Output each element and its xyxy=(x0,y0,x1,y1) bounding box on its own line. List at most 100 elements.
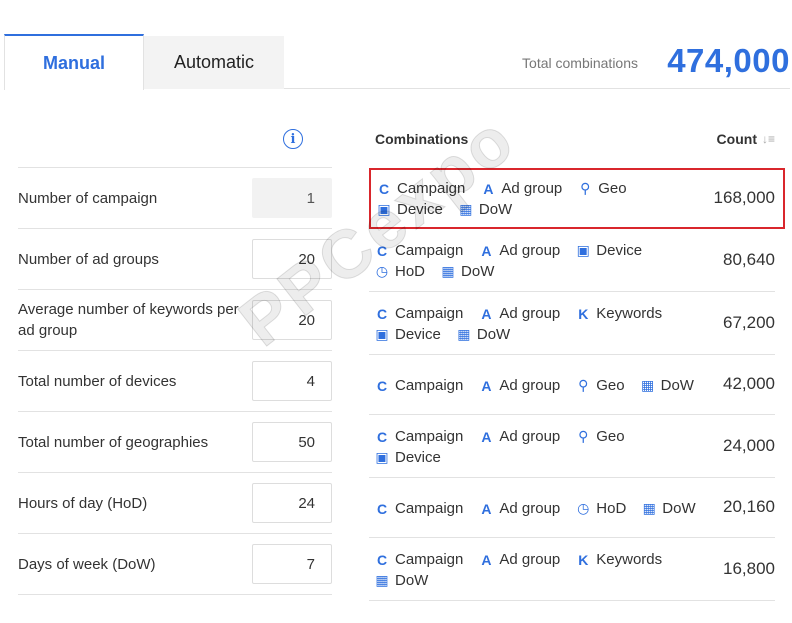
calendar-icon: ▦ xyxy=(457,326,471,342)
dimension-chip: A Ad group xyxy=(479,242,560,259)
parameter-label: Days of week (DoW) xyxy=(18,555,156,573)
parameter-input[interactable] xyxy=(252,483,332,523)
keywords-icon: K xyxy=(578,305,589,322)
dimension-label: Geo xyxy=(598,180,627,197)
dimension-chip: ▦ DoW xyxy=(375,572,428,589)
dimension-label: DoW xyxy=(476,326,511,343)
clock-icon: ◷ xyxy=(375,263,389,279)
device-icon: ▣ xyxy=(375,326,389,342)
parameter-input[interactable] xyxy=(252,544,332,584)
dimension-chip: A Ad group xyxy=(479,305,560,322)
parameter-input xyxy=(252,178,332,218)
dimension-chip: ▦ DoW xyxy=(441,263,494,280)
combination-row[interactable]: C Campaign A Ad group ⚲ Geo ▣ Device 24,000 xyxy=(369,415,775,478)
dimension-chip: C Campaign xyxy=(375,428,463,445)
keywords-icon: K xyxy=(578,551,589,568)
combinations-panel: Combinations Count ↓≡ C Campaign A Ad group… xyxy=(369,110,785,601)
geo-pin-icon: ⚲ xyxy=(580,180,591,196)
parameter-label: Total number of devices xyxy=(18,372,177,390)
tab-manual[interactable]: Manual xyxy=(4,34,144,90)
ad-group-icon: A xyxy=(481,305,492,322)
dimension-label: HoD xyxy=(395,263,426,280)
combination-row-selected[interactable]: C Campaign A Ad group ⚲ Geo ▣ Device ▦ DoW 168,000 xyxy=(369,168,785,229)
dimension-label: Campaign xyxy=(395,377,464,394)
dimension-chip: A Ad group xyxy=(481,180,562,197)
parameter-row: Days of week (DoW) xyxy=(18,534,332,595)
total-combinations-label: Total combinations xyxy=(522,55,638,71)
dimension-chip: ▦ DoW xyxy=(459,201,512,218)
parameter-input[interactable] xyxy=(252,422,332,462)
dimension-label: Ad group xyxy=(499,377,561,394)
ad-group-icon: A xyxy=(481,551,492,568)
combination-row[interactable]: C Campaign A Ad group ▣ Device ◷ HoD ▦ DoW 80,640 xyxy=(369,229,775,292)
parameter-input[interactable] xyxy=(252,361,332,401)
combination-count: 16,800 xyxy=(723,559,775,578)
dimension-label: DoW xyxy=(395,572,429,589)
parameter-row: Number of campaign xyxy=(18,168,332,229)
dimension-label: Keywords xyxy=(596,305,663,322)
count-title-label: Count xyxy=(716,131,757,147)
info-icon[interactable]: i xyxy=(283,129,303,149)
dimension-chip: K Keywords xyxy=(576,551,662,568)
total-combinations-value: 474,000 xyxy=(667,42,790,79)
combination-count: 42,000 xyxy=(723,374,775,393)
ad-group-icon: A xyxy=(483,180,494,197)
sort-icon[interactable]: ↓≡ xyxy=(762,132,775,146)
dimension-label: DoW xyxy=(478,201,513,218)
dimension-label: DoW xyxy=(461,263,495,280)
device-icon: ▣ xyxy=(576,242,590,258)
parameter-row: Hours of day (HoD) xyxy=(18,473,332,534)
combination-row[interactable]: C Campaign A Ad group K Keywords ▦ DoW 16,800 xyxy=(369,538,775,601)
dimension-label: Ad group xyxy=(499,305,561,322)
dimension-label: Device xyxy=(395,326,441,343)
campaign-icon: C xyxy=(376,500,388,517)
dimension-chip: K Keywords xyxy=(576,305,662,322)
dimension-label: Ad group xyxy=(499,500,561,517)
dimension-label: Campaign xyxy=(395,428,464,445)
dimension-chip: A Ad group xyxy=(479,551,560,568)
campaign-icon: C xyxy=(376,377,388,394)
combination-count: 67,200 xyxy=(723,313,775,332)
parameter-input[interactable] xyxy=(252,239,332,279)
dimension-chip: ▦ DoW xyxy=(642,500,696,517)
dimension-chip: ⚲ Geo xyxy=(576,428,625,445)
count-column-header[interactable]: Count ↓≡ xyxy=(717,131,775,147)
ad-group-icon: A xyxy=(481,500,492,517)
parameter-row: Number of ad groups xyxy=(18,229,332,290)
parameter-row: Average number of keywords per ad group xyxy=(18,290,332,351)
dimension-chip: C Campaign xyxy=(375,551,463,568)
dimension-chip: ⚲ Geo xyxy=(578,180,627,197)
dimension-chip: ▣ Device xyxy=(377,201,442,218)
parameter-label: Total number of geographies xyxy=(18,433,209,451)
geo-pin-icon: ⚲ xyxy=(578,377,589,393)
combination-row[interactable]: C Campaign A Ad group ◷ HoD ▦ DoW 20,160 xyxy=(369,478,775,538)
ad-group-icon: A xyxy=(481,242,492,259)
combination-row[interactable]: C Campaign A Ad group ⚲ Geo ▦ DoW 42,000 xyxy=(369,355,775,415)
campaign-icon: C xyxy=(376,242,388,259)
clock-icon: ◷ xyxy=(577,500,590,516)
tab-automatic[interactable]: Automatic xyxy=(144,36,284,89)
dimension-label: Device xyxy=(395,449,441,466)
combination-count: 20,160 xyxy=(723,497,775,516)
parameter-input[interactable] xyxy=(252,300,332,340)
tab-bar: Manual Automatic Total combinations 474,… xyxy=(4,34,790,90)
dimension-label: Keywords xyxy=(596,551,663,568)
geo-pin-icon: ⚲ xyxy=(578,428,589,444)
dimension-label: DoW xyxy=(660,377,694,394)
calendar-icon: ▦ xyxy=(375,572,389,588)
combination-row[interactable]: C Campaign A Ad group K Keywords ▣ Device ▦ DoW 67… xyxy=(369,292,775,355)
campaign-icon: C xyxy=(376,305,388,322)
dimension-label: DoW xyxy=(662,500,696,517)
dimension-label: Campaign xyxy=(395,242,464,259)
dimension-label: Ad group xyxy=(501,180,563,197)
dimension-chip: ▣ Device xyxy=(375,449,441,466)
dimension-label: Campaign xyxy=(395,551,464,568)
combination-count: 168,000 xyxy=(713,188,775,207)
combination-count: 80,640 xyxy=(723,250,775,269)
dimension-chip: ⚲ Geo xyxy=(576,377,625,394)
parameter-row: Total number of geographies xyxy=(18,412,332,473)
dimension-chip: A Ad group xyxy=(479,377,560,394)
dimension-chip: ▣ Device xyxy=(375,326,441,343)
device-icon: ▣ xyxy=(377,201,391,217)
dimension-chip: ▦ DoW xyxy=(457,326,510,343)
